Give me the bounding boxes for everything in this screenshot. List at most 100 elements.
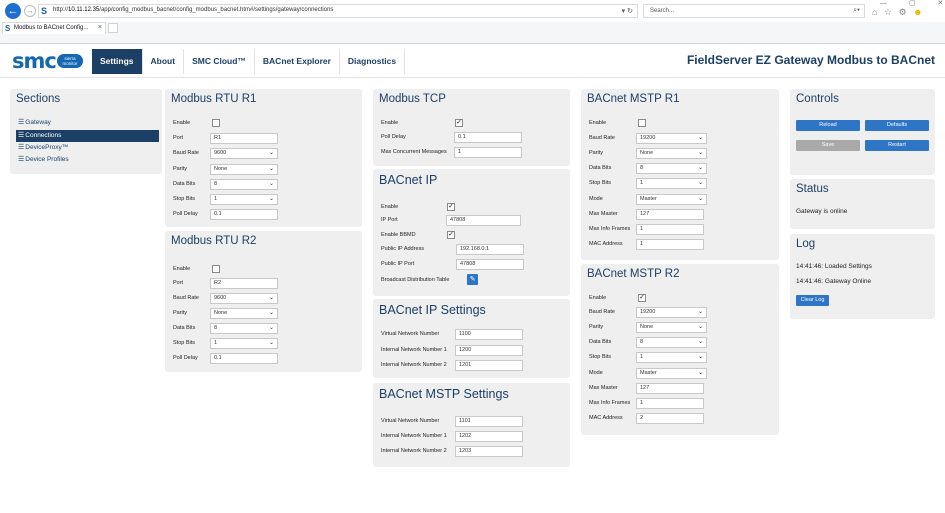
rtu1-polldelay-input[interactable]: 0.1 (210, 209, 278, 220)
bip-publicip-input[interactable]: 192.168.0.1 (456, 244, 524, 255)
tcp-maxmsgs-input[interactable]: 1 (454, 147, 522, 158)
field-label: Port (173, 135, 184, 141)
field-label: Baud Rate (589, 135, 615, 141)
nav-bacnet-explorer[interactable]: BACnet Explorer (255, 49, 340, 74)
home-star-gear-icons[interactable]: ⌂ ☆ ⚙ (872, 7, 909, 17)
field-label: Stop Bits (173, 340, 196, 346)
mstp1-parity-select[interactable]: None ⌄ (636, 148, 707, 159)
select-value: 8 (214, 325, 218, 331)
field-label: Internal Network Number 1 (381, 347, 447, 353)
toolbar-icons[interactable]: ⌂ ☆ ⚙ ☻ (872, 7, 925, 18)
mstp1-panel: BACnet MSTP R1 Enable Baud Rate 19200 ⌄ Pa… (581, 89, 779, 260)
mstp2-mode-select[interactable]: Master ⌄ (636, 368, 707, 379)
browser-tab[interactable]: S Modbus to BACnet Config... × (2, 22, 106, 34)
url-text: http://10.11.12.35/app/config_modbus_bac… (53, 7, 333, 13)
mstp2-mac-input[interactable]: 2 (636, 413, 704, 424)
rtu2-databits-select[interactable]: 8 ⌄ (210, 323, 278, 334)
chevron-down-icon: ⌄ (697, 339, 703, 345)
window-controls[interactable]: — ▢ ✕ (880, 0, 945, 7)
address-row: ← → S http://10.11.12.35/app/config_modb… (0, 0, 945, 22)
controls-panel: Controls Reload Defaults Save Restart (790, 89, 935, 175)
mstp2-enable-checkbox[interactable]: ✓ (638, 294, 646, 302)
select-value: 19200 (640, 135, 656, 141)
mstp2-baud-select[interactable]: 19200 ⌄ (636, 307, 707, 318)
field-label: Broadcast Distribution Table (381, 277, 450, 283)
restart-button[interactable]: Restart (865, 140, 929, 151)
chevron-down-icon: ⌄ (697, 150, 703, 156)
rtu2-baud-select[interactable]: 9600 ⌄ (210, 293, 278, 304)
new-tab-button[interactable] (108, 23, 118, 33)
bacnet-ip-title: BACnet IP (379, 173, 438, 187)
nav-settings[interactable]: Settings (92, 49, 143, 74)
mstps-inn2-input[interactable]: 1203 (455, 446, 523, 457)
rtu1-baud-select[interactable]: 9600 ⌄ (210, 148, 278, 159)
status-title: Status (796, 183, 829, 195)
bips-inn1-input[interactable]: 1200 (455, 345, 523, 356)
bacnet-ip-panel: BACnet IP Enable ✓ IP Port 47808 Enable BB… (373, 169, 570, 296)
rtu1-enable-checkbox[interactable] (212, 119, 220, 127)
mstps-vnn-input[interactable]: 1101 (455, 416, 523, 427)
bips-vnn-input[interactable]: 1100 (455, 329, 523, 340)
tcp-polldelay-input[interactable]: 0.1 (454, 132, 522, 143)
nav-smc-cloud[interactable]: SMC Cloud™ (184, 49, 255, 74)
mstp1-databits-select[interactable]: 8 ⌄ (636, 163, 707, 174)
bip-settings-title: BACnet IP Settings (379, 303, 486, 317)
mstp1-maxinfo-input[interactable]: 1 (636, 224, 704, 235)
rtu1-stopbits-select[interactable]: 1 ⌄ (210, 194, 278, 205)
nav-diagnostics[interactable]: Diagnostics (340, 49, 406, 74)
mstp2-maxinfo-input[interactable]: 1 (636, 398, 704, 409)
mstps-inn1-input[interactable]: 1202 (455, 431, 523, 442)
smiley-icon[interactable]: ☻ (913, 7, 924, 17)
reload-button[interactable]: Reload (796, 120, 860, 131)
close-icon[interactable]: × (98, 24, 102, 31)
section-deviceproxy[interactable]: ☰DeviceProxy™ (16, 142, 159, 154)
rtu1-databits-select[interactable]: 8 ⌄ (210, 179, 278, 190)
address-bar[interactable]: S http://10.11.12.35/app/config_modbus_b… (38, 4, 638, 18)
clear-log-button[interactable]: Clear Log (796, 295, 829, 306)
section-device-profiles[interactable]: ☰Device Profiles (16, 154, 159, 166)
mstp2-stopbits-select[interactable]: 1 ⌄ (636, 352, 707, 363)
section-connections[interactable]: ☰Connections (16, 130, 159, 142)
bip-ipport-input[interactable]: 47808 (446, 215, 521, 226)
mstp1-maxmaster-input[interactable]: 127 (636, 209, 704, 220)
nav-about[interactable]: About (143, 49, 185, 74)
mstp1-stopbits-select[interactable]: 1 ⌄ (636, 178, 707, 189)
tcp-enable-checkbox[interactable]: ✓ (455, 119, 463, 127)
rtu1-port-input[interactable]: R1 (210, 133, 278, 144)
mstp1-mode-select[interactable]: Master ⌄ (636, 194, 707, 205)
mstp2-parity-select[interactable]: None ⌄ (636, 322, 707, 333)
mstp2-databits-select[interactable]: 8 ⌄ (636, 337, 707, 348)
mstp2-maxmaster-input[interactable]: 127 (636, 383, 704, 394)
section-gateway[interactable]: ☰Gateway (16, 117, 159, 129)
field-label: MAC Address (589, 415, 623, 421)
refresh-icon[interactable]: ▾ ↻ (622, 7, 633, 15)
rtu2-port-input[interactable]: R2 (210, 278, 278, 289)
mstp1-enable-checkbox[interactable] (638, 119, 646, 127)
forward-button[interactable]: → (24, 5, 36, 17)
select-value: Master (640, 196, 657, 202)
mstp1-mac-input[interactable]: 1 (636, 239, 704, 250)
mstp1-baud-select[interactable]: 19200 ⌄ (636, 133, 707, 144)
rtu2-stopbits-select[interactable]: 1 ⌄ (210, 338, 278, 349)
rtu1-parity-select[interactable]: None ⌄ (210, 164, 278, 175)
save-button[interactable]: Save (796, 140, 860, 151)
rtu2-enable-checkbox[interactable] (212, 265, 220, 273)
search-icon[interactable]: ⌕▾ (853, 7, 860, 15)
field-label: Stop Bits (589, 180, 612, 186)
select-value: 8 (640, 165, 644, 171)
bip-bbmd-checkbox[interactable]: ✓ (447, 231, 455, 239)
defaults-button[interactable]: Defaults (865, 120, 929, 131)
bips-inn2-input[interactable]: 1201 (455, 360, 523, 371)
edit-icon[interactable]: ✎ (467, 274, 478, 285)
field-label: IP Port (381, 217, 398, 223)
bip-enable-checkbox[interactable]: ✓ (447, 203, 455, 211)
chevron-down-icon: ⌄ (268, 181, 274, 187)
rtu2-parity-select[interactable]: None ⌄ (210, 308, 278, 319)
back-button[interactable]: ← (5, 3, 21, 19)
bip-publicport-input[interactable]: 47808 (456, 259, 524, 270)
select-value: 1 (640, 180, 644, 186)
rtu2-polldelay-input[interactable]: 0.1 (210, 353, 278, 364)
browser-search-input[interactable]: Search... ⌕▾ (643, 4, 865, 18)
field-label: Virtual Network Number (381, 331, 440, 337)
mstp2-panel: BACnet MSTP R2 Enable ✓ Baud Rate 19200 ⌄ P… (581, 264, 779, 435)
